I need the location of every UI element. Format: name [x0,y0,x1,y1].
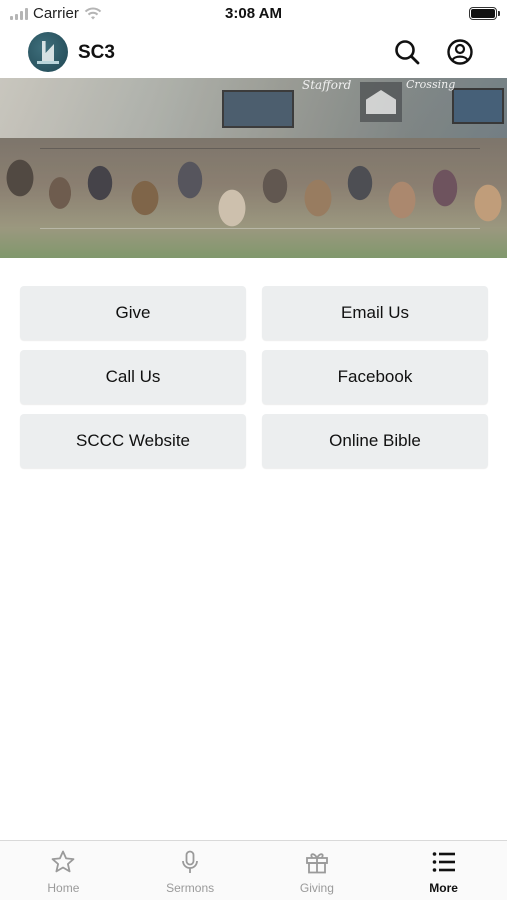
tab-bar: Home Sermons Giving More [0,840,507,900]
account-circle-icon[interactable] [446,38,474,66]
status-time: 3:08 AM [225,5,282,22]
tab-home[interactable]: Home [0,841,127,900]
gift-icon [305,853,328,874]
app-title: SC3 [78,42,115,63]
battery-icon [469,7,500,20]
star-icon [51,850,75,873]
facebook-button[interactable]: Facebook [262,350,488,404]
list-icon [432,852,455,872]
give-button[interactable]: Give [20,286,246,340]
email-us-button[interactable]: Email Us [262,286,488,340]
app-header: SC3 [0,28,507,78]
microphone-icon [182,850,199,873]
sccc-website-button[interactable]: SCCC Website [20,414,246,468]
call-us-button[interactable]: Call Us [20,350,246,404]
banner-image: Stafford Crossing [0,78,507,258]
search-icon[interactable] [393,38,421,66]
church-logo-icon[interactable] [28,32,68,72]
tab-giving[interactable]: Giving [254,841,381,900]
tab-giving-label: Giving [299,881,334,895]
tab-more[interactable]: More [380,841,507,900]
online-bible-button[interactable]: Online Bible [262,414,488,468]
tab-sermons-label: Sermons [166,881,215,895]
tab-home-label: Home [47,881,80,895]
tab-more-label: More [429,881,458,895]
tab-sermons[interactable]: Sermons [127,841,254,900]
status-bar: Carrier 3:08 AM [0,0,507,28]
action-grid: Give Email Us Call Us Facebook SCCC Webs… [20,286,488,468]
